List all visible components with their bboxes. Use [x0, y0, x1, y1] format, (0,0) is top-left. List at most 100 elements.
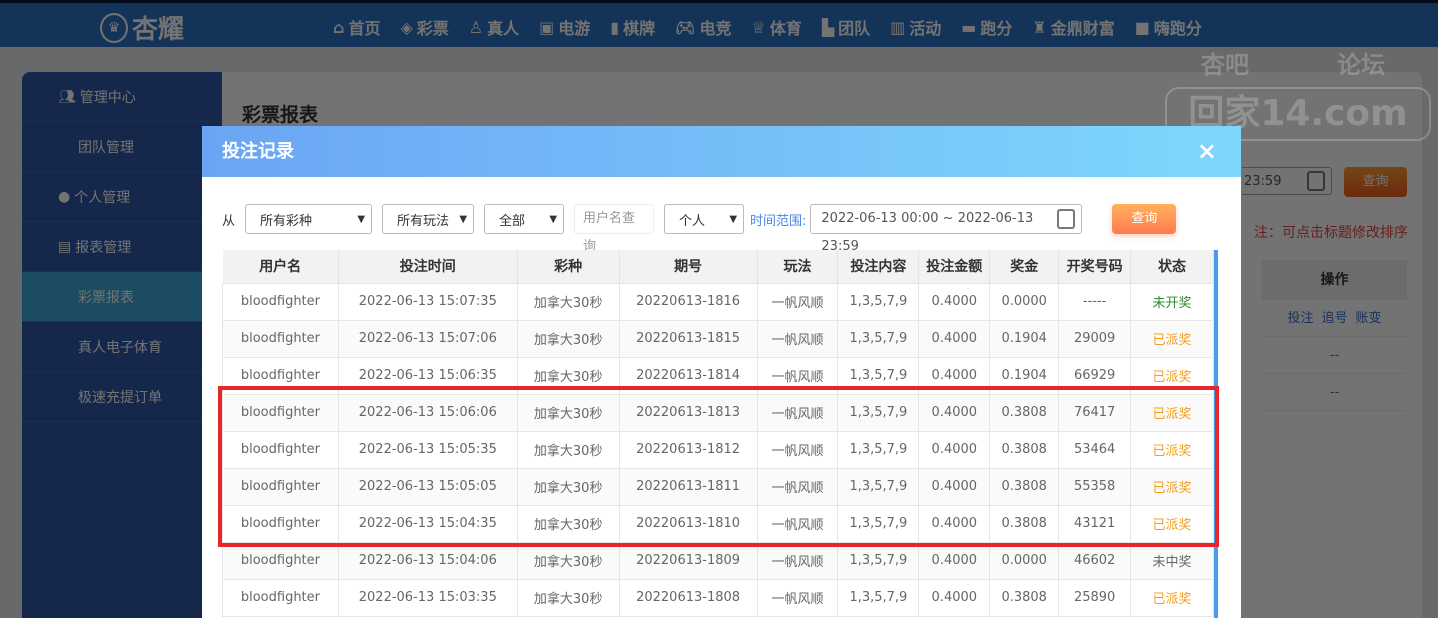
table-cell: bloodfighter — [222, 319, 339, 358]
scope-select[interactable]: 个人 ▼ — [664, 204, 745, 234]
bet-link[interactable]: 投注 — [1287, 311, 1313, 326]
nav-item-1[interactable]: ◈ 彩票 — [400, 15, 448, 39]
column-header[interactable]: 投注金额 — [918, 250, 991, 283]
nav-item-0[interactable]: ⌂ 首页 — [333, 15, 380, 39]
status-select[interactable]: 全部 ▼ — [484, 204, 565, 234]
status-cell: 已派奖 — [1130, 393, 1214, 432]
time-range-label: 时间范围: — [750, 213, 807, 229]
sidebar-item-3[interactable]: ▤ 报表管理 — [22, 222, 222, 272]
table-row[interactable]: bloodfighter 2022-06-13 15:04:35 加拿大30秒 202… — [222, 504, 1214, 543]
table-cell: 加拿大30秒 — [516, 393, 620, 432]
table-cell: 0.3808 — [989, 430, 1060, 469]
user-icon: ● — [58, 188, 71, 205]
home-icon: ⌂ — [333, 17, 345, 37]
table-cell: 0.1904 — [989, 319, 1060, 358]
table-cell: 20220613-1809 — [618, 541, 758, 580]
column-header[interactable]: 用户名 — [222, 250, 339, 283]
column-header[interactable]: 状态 — [1130, 250, 1214, 283]
calendar-icon[interactable] — [1307, 171, 1325, 191]
column-header[interactable]: 玩法 — [757, 250, 839, 283]
table-cell: 1,3,5,7,9 — [837, 393, 920, 432]
username-input[interactable]: 用户名查询 — [574, 204, 655, 254]
sidebar-item-label: 彩票报表 — [78, 289, 134, 306]
nav-item-4[interactable]: ▮ 棋牌 — [610, 15, 655, 39]
sidebar-item-5[interactable]: 真人电子体育 — [22, 322, 222, 372]
table-row[interactable]: bloodfighter 2022-06-13 15:06:35 加拿大30秒 202… — [222, 356, 1214, 395]
table-cell: 1,3,5,7,9 — [837, 282, 920, 321]
table-cell: 20220613-1810 — [618, 504, 758, 543]
records-table-container[interactable]: 用户名 投注时间 彩种 期号 玩法 投注内容 投注金额 奖金 开奖号码 状态 bloodfight… — [222, 250, 1218, 618]
chevron-down-icon: ▼ — [459, 213, 468, 225]
table-cell: 0.4000 — [918, 430, 991, 469]
table-cell: 1,3,5,7,9 — [837, 356, 920, 395]
nav-item-6[interactable]: ♕ 体育 — [751, 15, 801, 39]
table-cell: bloodfighter — [222, 282, 339, 321]
play-select-value: 所有玩法 — [397, 213, 450, 229]
chase-link[interactable]: 追号 — [1321, 311, 1347, 326]
sort-note: 注：可点击标题修改排序 — [1254, 225, 1408, 241]
nav-item-11[interactable]: ■ 嗨跑分 — [1135, 15, 1202, 39]
table-cell: 76417 — [1058, 393, 1132, 432]
table-cell: 2022-06-13 15:05:35 — [337, 430, 518, 469]
close-icon[interactable]: × — [1197, 126, 1217, 177]
table-row[interactable]: bloodfighter 2022-06-13 15:04:06 加拿大30秒 202… — [222, 541, 1214, 580]
column-header[interactable]: 期号 — [619, 250, 758, 283]
table-cell: bloodfighter — [222, 541, 339, 580]
column-header[interactable]: 投注时间 — [338, 250, 518, 283]
table-cell: 0.4000 — [918, 541, 991, 580]
lottery-select[interactable]: 所有彩种 ▼ — [245, 204, 373, 234]
nav-item-9[interactable]: ▬ 跑分 — [961, 15, 1012, 39]
bet-records-modal: 投注记录 × 从 所有彩种 ▼ 所有玩法 ▼ 全部 ▼ 用户名查询 个人 ▼ 时间范围:… — [202, 126, 1241, 618]
ops-links: 投注 追号 账变 — [1262, 300, 1407, 337]
table-row[interactable]: bloodfighter 2022-06-13 15:05:35 加拿大30秒 202… — [222, 430, 1214, 469]
status-select-value: 全部 — [499, 213, 526, 229]
date-range-input[interactable]: 2022-06-13 00:00 ~ 2022-06-13 23:59 — [810, 204, 1083, 254]
table-cell: 0.4000 — [918, 356, 991, 395]
sidebar-item-label: 团队管理 — [78, 139, 134, 156]
table-cell: bloodfighter — [222, 430, 339, 469]
table-cell: 20220613-1811 — [618, 467, 758, 506]
table-cell: 20220613-1813 — [618, 393, 758, 432]
nav-item-8[interactable]: ▥ 活动 — [890, 15, 941, 39]
play-select[interactable]: 所有玩法 ▼ — [382, 204, 475, 234]
nav-item-2[interactable]: ♙ 真人 — [469, 15, 519, 39]
lottery-select-value: 所有彩种 — [260, 213, 313, 229]
nav-item-5[interactable]: 🎮︎ 电竞 — [675, 15, 731, 39]
column-header[interactable]: 彩种 — [517, 250, 620, 283]
sidebar-item-0[interactable]: 👥︎ 管理中心 — [22, 72, 222, 122]
table-row[interactable]: bloodfighter 2022-06-13 15:05:05 加拿大30秒 202… — [222, 467, 1214, 506]
chevron-down-icon: ▼ — [729, 213, 738, 225]
sidebar-item-2[interactable]: ● 个人管理 — [22, 172, 222, 222]
table-cell: 20220613-1808 — [618, 578, 758, 617]
ledger-link[interactable]: 账变 — [1356, 311, 1382, 326]
logo[interactable]: ♛ 杏耀 — [100, 9, 184, 46]
bg-date-field[interactable]: 23:59 — [1242, 167, 1332, 195]
nav-item-7[interactable]: ▙ 团队 — [822, 15, 870, 39]
nav-item-3[interactable]: ▣ 电游 — [539, 15, 590, 39]
nav-item-10[interactable]: ♜ 金鼎财富 — [1032, 15, 1114, 39]
table-cell: 2022-06-13 15:04:06 — [337, 541, 518, 580]
sidebar-item-4[interactable]: 彩票报表 — [22, 272, 222, 322]
table-row[interactable]: bloodfighter 2022-06-13 15:03:35 加拿大30秒 202… — [222, 578, 1214, 617]
table-cell: 一帆风顺 — [756, 319, 839, 358]
table-cell: 加拿大30秒 — [516, 282, 620, 321]
table-cell: bloodfighter — [222, 504, 339, 543]
status-cell: 已派奖 — [1130, 430, 1214, 469]
table-row[interactable]: bloodfighter 2022-06-13 15:07:35 加拿大30秒 202… — [222, 282, 1214, 321]
column-header[interactable]: 投注内容 — [837, 250, 920, 283]
empty-cell: -- — [1262, 337, 1407, 374]
sidebar-item-1[interactable]: 团队管理 — [22, 122, 222, 172]
table-cell: 46602 — [1058, 541, 1132, 580]
query-button[interactable]: 查询 — [1112, 204, 1177, 234]
card-icon: ▮ — [610, 17, 620, 37]
bg-query-button[interactable]: 查询 — [1344, 167, 1407, 197]
team-icon: ▙ — [821, 17, 835, 37]
records-table: 用户名 投注时间 彩种 期号 玩法 投注内容 投注金额 奖金 开奖号码 状态 bloodfight… — [222, 250, 1214, 617]
calendar-icon[interactable] — [1057, 209, 1076, 229]
sidebar-item-6[interactable]: 极速充提订单 — [22, 372, 222, 422]
table-cell: 0.4000 — [918, 504, 991, 543]
column-header[interactable]: 奖金 — [989, 250, 1060, 283]
column-header[interactable]: 开奖号码 — [1058, 250, 1132, 283]
table-row[interactable]: bloodfighter 2022-06-13 15:07:06 加拿大30秒 202… — [222, 319, 1214, 358]
table-row[interactable]: bloodfighter 2022-06-13 15:06:06 加拿大30秒 202… — [222, 393, 1214, 432]
